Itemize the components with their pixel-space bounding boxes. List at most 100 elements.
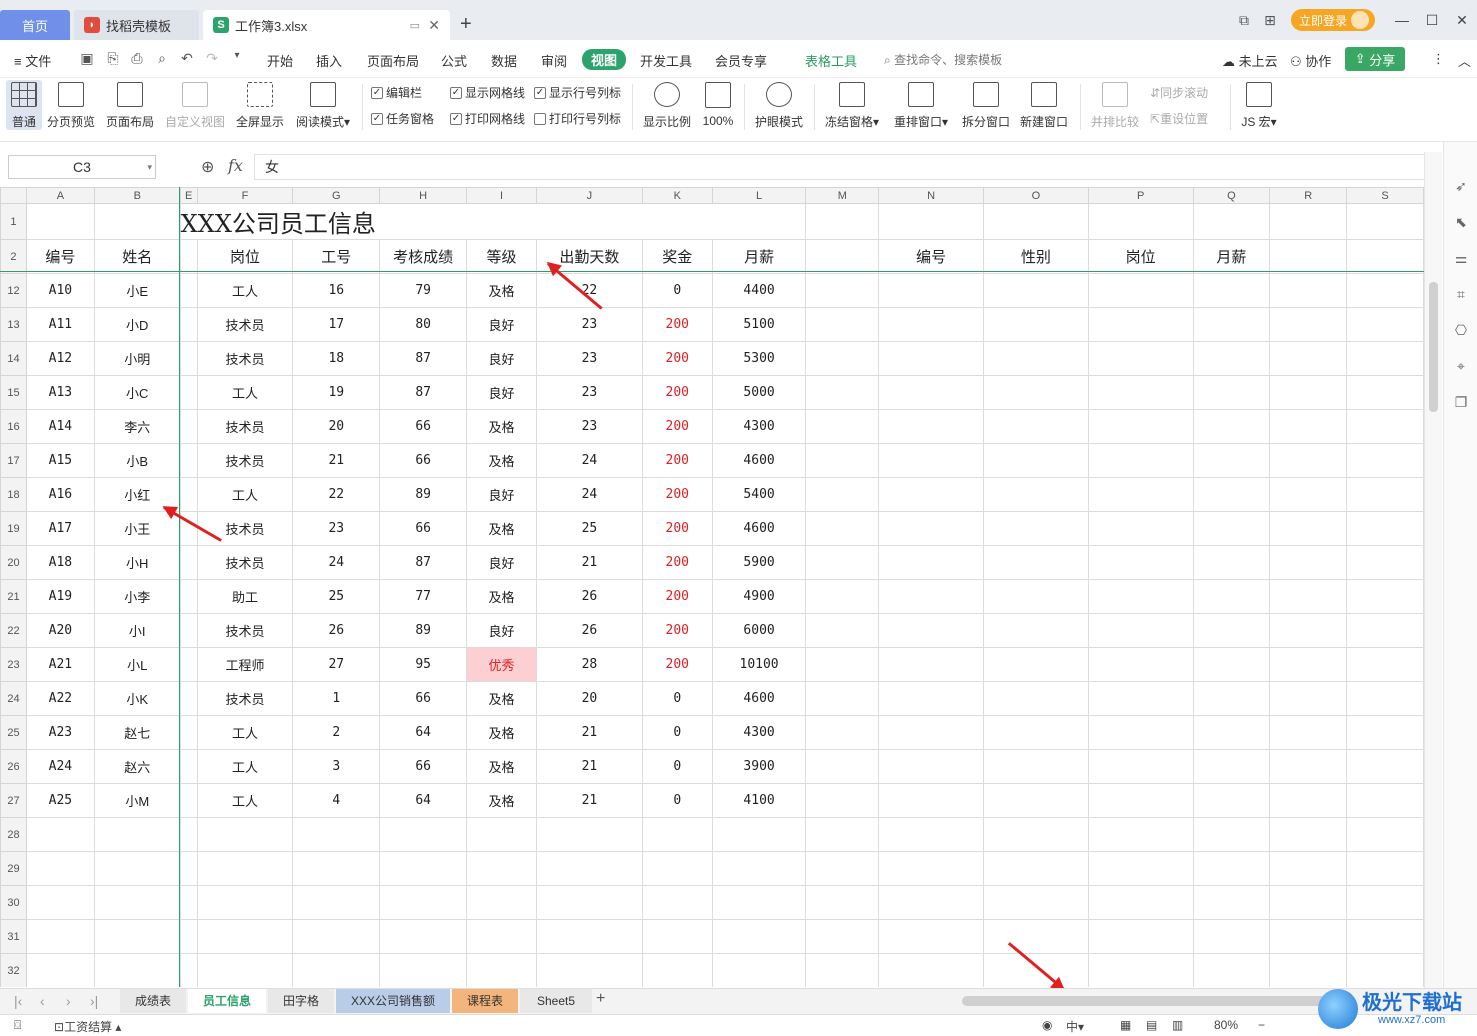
cell[interactable]: 87 [379,341,468,376]
cell[interactable] [1346,817,1424,852]
cell[interactable]: 200 [641,647,713,682]
cell[interactable] [1269,545,1348,580]
cell[interactable]: 0 [641,715,713,750]
cell[interactable] [179,443,198,478]
cell[interactable]: 23 [535,341,643,376]
menu-file[interactable]: ≡ 文件 [14,51,51,70]
cell[interactable]: 87 [379,375,468,410]
export-pdf-icon[interactable]: ⎘ [104,50,122,68]
cell[interactable] [711,851,807,886]
cell[interactable] [805,511,880,546]
zoom-out-icon[interactable]: − [1258,1018,1265,1032]
cell[interactable] [983,851,1089,886]
cell[interactable] [983,375,1089,410]
menu-table-tools[interactable]: 表格工具 [805,51,857,70]
cell[interactable] [1346,307,1424,342]
checkbox-show-row-col[interactable]: ✓ 显示行号列标 [534,84,621,101]
cell[interactable]: 200 [641,409,713,444]
cell[interactable]: 64 [379,783,468,818]
cell[interactable] [179,817,198,852]
cell[interactable]: 小明 [93,341,181,376]
cell[interactable] [805,851,880,886]
row-header[interactable]: 28 [0,817,27,852]
cell[interactable]: A25 [25,783,95,818]
cell[interactable]: 及格 [466,681,537,716]
cell[interactable]: A24 [25,749,95,784]
cell[interactable]: 79 [379,273,468,308]
cell[interactable] [292,817,381,852]
cell[interactable]: 工人 [196,749,294,784]
column-header[interactable]: G [292,187,381,204]
cell[interactable]: 200 [641,477,713,512]
close-window-icon[interactable]: ✕ [1447,12,1477,29]
book-icon[interactable]: ❐ [1452,394,1470,412]
cell[interactable]: 77 [379,579,468,614]
cell[interactable] [379,919,468,954]
cell[interactable] [983,953,1089,987]
cell[interactable] [1269,715,1348,750]
cell[interactable]: 26 [535,579,643,614]
cell[interactable]: 4600 [711,443,807,478]
column-header[interactable]: N [878,187,985,204]
header-cell[interactable]: 等级 [466,239,537,274]
macro-status[interactable]: ⊡工资结算 ▴ [54,1018,121,1035]
cell[interactable] [1087,307,1194,342]
cell[interactable] [1269,783,1348,818]
cell[interactable]: 200 [641,545,713,580]
customize-quick-access-icon[interactable]: ▾ [228,50,246,68]
cell[interactable] [983,715,1089,750]
header-cell[interactable]: 考核成绩 [379,239,468,274]
sheet-tab[interactable]: 员工信息 [188,989,266,1013]
sheet-tab[interactable]: Sheet5 [520,989,592,1013]
cell[interactable] [466,953,537,987]
cell[interactable] [179,579,198,614]
cell[interactable]: 16 [292,273,381,308]
new-tab-icon[interactable]: + [460,13,472,36]
side-header-cell[interactable]: 岗位 [1087,239,1194,274]
column-header[interactable]: I [466,187,537,204]
row-header[interactable]: 1 [0,203,27,240]
row-header[interactable]: 19 [0,511,27,546]
cell[interactable] [983,341,1089,376]
column-header[interactable]: F [196,187,294,204]
tab-home[interactable]: 首页 [0,10,70,40]
cell[interactable] [1346,443,1424,478]
page-layout-status-icon[interactable]: ▤ [1146,1018,1157,1032]
row-header[interactable]: 30 [0,885,27,920]
cell[interactable]: 小D [93,307,181,342]
column-header[interactable]: O [983,187,1089,204]
cell[interactable] [535,885,643,920]
cell[interactable] [805,443,880,478]
window-layout-icon[interactable]: ⧉ [1231,12,1257,29]
redo-icon[interactable]: ↷ [203,50,221,68]
cell[interactable]: 200 [641,375,713,410]
sheet-tab[interactable]: 田字格 [268,989,334,1013]
cell[interactable] [878,953,985,987]
cell[interactable] [196,817,294,852]
cell[interactable] [179,749,198,784]
cell[interactable] [1087,851,1194,886]
cell[interactable] [1346,239,1424,274]
cell[interactable]: A23 [25,715,95,750]
cell[interactable] [1346,885,1424,920]
input-method[interactable]: 中▾ [1066,1018,1084,1035]
cell[interactable] [641,817,713,852]
cell[interactable] [1192,715,1271,750]
cell[interactable]: 技术员 [196,443,294,478]
cell[interactable] [1346,647,1424,682]
cell[interactable]: 66 [379,681,468,716]
cell[interactable]: 4100 [711,783,807,818]
cell[interactable]: 21 [535,749,643,784]
cell[interactable] [805,477,880,512]
cell[interactable]: 小I [93,613,181,648]
collab-button[interactable]: ⚇ 协作 [1290,51,1331,70]
normal-view-status-icon[interactable]: ▦ [1120,1018,1131,1032]
checkbox-task-pane[interactable]: ✓ 任务窗格 [371,110,434,127]
eye-protection-button[interactable]: 护眼模式 [752,80,806,130]
split-window-button[interactable]: 拆分窗口 [960,80,1012,130]
normal-view-button[interactable]: 普通 [6,80,42,130]
side-header-cell[interactable]: 性别 [983,239,1089,274]
menu-data[interactable]: 数据 [491,51,517,70]
cell[interactable]: 23 [535,375,643,410]
apps-grid-icon[interactable]: ⊞ [1257,12,1283,29]
